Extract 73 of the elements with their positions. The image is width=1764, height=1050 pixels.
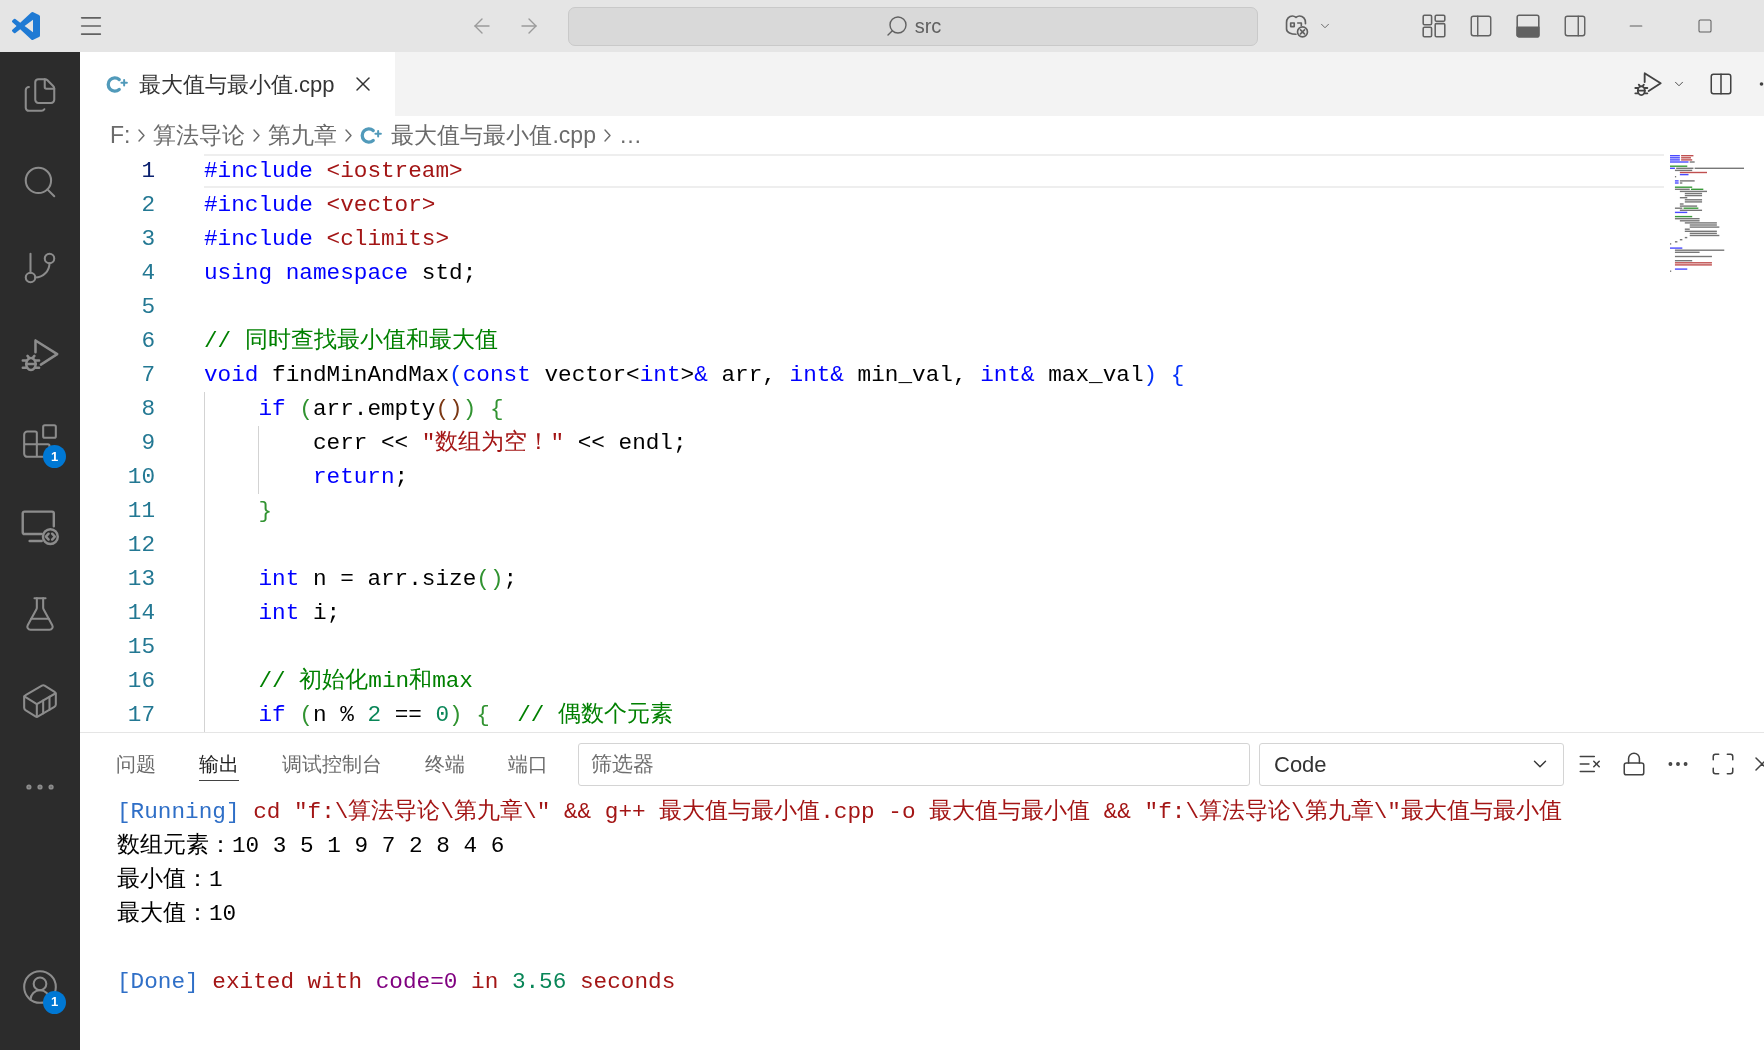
code-line: if (n % 2 == 0) { // 偶数个元素 (258, 701, 674, 730)
account-icon[interactable] (21, 967, 59, 1006)
output-line: 数组元素：10 3 5 1 9 7 2 8 4 6 (117, 833, 505, 859)
code-line: } (258, 497, 273, 526)
editor-tab[interactable]: 最大值与最小值.cpp (80, 52, 395, 116)
code-line: // 初始化min和max (258, 666, 473, 696)
line-number: 13 (127, 566, 155, 592)
panel-tab[interactable]: 输出 (199, 747, 239, 781)
line-number: 17 (127, 702, 155, 728)
line-number: 5 (141, 294, 155, 320)
command-center[interactable]: src (568, 6, 1258, 46)
breadcrumb-item[interactable]: 算法导论 (153, 117, 246, 153)
chevron-right-icon (345, 128, 353, 142)
sidebar-left-icon[interactable] (1468, 13, 1494, 39)
breadcrumb-item[interactable]: 最大值与最小值.cpp (360, 117, 596, 153)
blocks-icon[interactable] (21, 422, 59, 461)
chevron-right-icon (603, 128, 611, 142)
output-line: [Running] cd "f:\算法导论\第九章\" && g++ 最大值与最小值.cpp -o 最大值与最小值 && "f:\算法导论\第九章\"最大值与最小值 (117, 799, 1562, 825)
line-number: 12 (127, 532, 155, 558)
code-line: cerr << "数组为空！" << endl; (312, 428, 687, 458)
close-icon[interactable] (1755, 757, 1764, 771)
code-line: int i; (258, 599, 341, 628)
line-number: 9 (141, 430, 155, 456)
output-line: 最大值：10 (117, 901, 237, 927)
panel-tab[interactable]: 终端 (425, 747, 465, 781)
code-line: using namespace std; (204, 259, 477, 288)
code-line: #include <climits> (204, 225, 450, 254)
panel-tab[interactable]: 端口 (508, 747, 548, 781)
count-badge: 1 (43, 445, 66, 468)
line-number: 2 (141, 192, 155, 218)
line-number: 10 (127, 464, 155, 490)
chevron-right-icon (138, 128, 146, 142)
code-line: // 同时查找最小值和最大值 (204, 327, 498, 356)
chevron-right-icon (253, 128, 261, 142)
code-line: int n = arr.size(); (258, 565, 518, 594)
split-editor-icon[interactable] (1708, 71, 1734, 97)
count-badge: 1 (43, 990, 66, 1014)
sidebar-right-icon[interactable] (1562, 13, 1588, 39)
file-type-icon (360, 126, 383, 144)
line-number: 6 (141, 328, 155, 354)
line-number: 8 (141, 396, 155, 422)
container-icon[interactable] (21, 681, 59, 720)
line-number: 1 (141, 158, 155, 184)
code-line: return; (312, 463, 409, 492)
line-number: 11 (127, 498, 155, 524)
filter-field[interactable]: 筛选器 (578, 742, 1250, 786)
code-line: #include <iostream> (204, 157, 463, 186)
output-line: [Done] exited with code=0 in 3.56 seconds (117, 969, 676, 995)
line-number: 4 (141, 260, 155, 286)
lock-icon[interactable] (1621, 751, 1647, 777)
robot-icon[interactable] (1283, 13, 1309, 39)
breadcrumb-item[interactable]: … (618, 117, 642, 153)
monitor-icon[interactable] (21, 508, 59, 547)
file-type-icon (106, 75, 128, 93)
maximize-panel-icon[interactable] (1710, 751, 1736, 777)
code-line: void findMinAndMax(const vector<int>& arr, int& min_val, int& max_val) { (204, 361, 1185, 390)
line-number: 16 (127, 668, 155, 694)
run-debug-icon[interactable] (1634, 70, 1662, 98)
panel-tab[interactable]: 调试控制台 (282, 747, 382, 781)
breadcrumb-item[interactable]: 第九章 (268, 117, 338, 153)
line-number: 3 (141, 226, 155, 252)
channel-dropdown[interactable]: Code (1259, 742, 1564, 786)
panel-tab[interactable]: 问题 (116, 747, 156, 781)
line-number: 15 (127, 634, 155, 660)
logo-icon (12, 12, 40, 40)
line-number: 7 (141, 362, 155, 388)
breadcrumb-item[interactable]: F: (110, 117, 131, 153)
layout-icon[interactable] (1422, 14, 1446, 38)
output-line: 最小值：1 (117, 867, 223, 893)
code-line: #include <vector> (204, 191, 436, 220)
line-number: 14 (127, 600, 155, 626)
code-line: if (arr.empty()) { (258, 395, 504, 424)
panel-bottom-icon[interactable] (1516, 14, 1540, 38)
